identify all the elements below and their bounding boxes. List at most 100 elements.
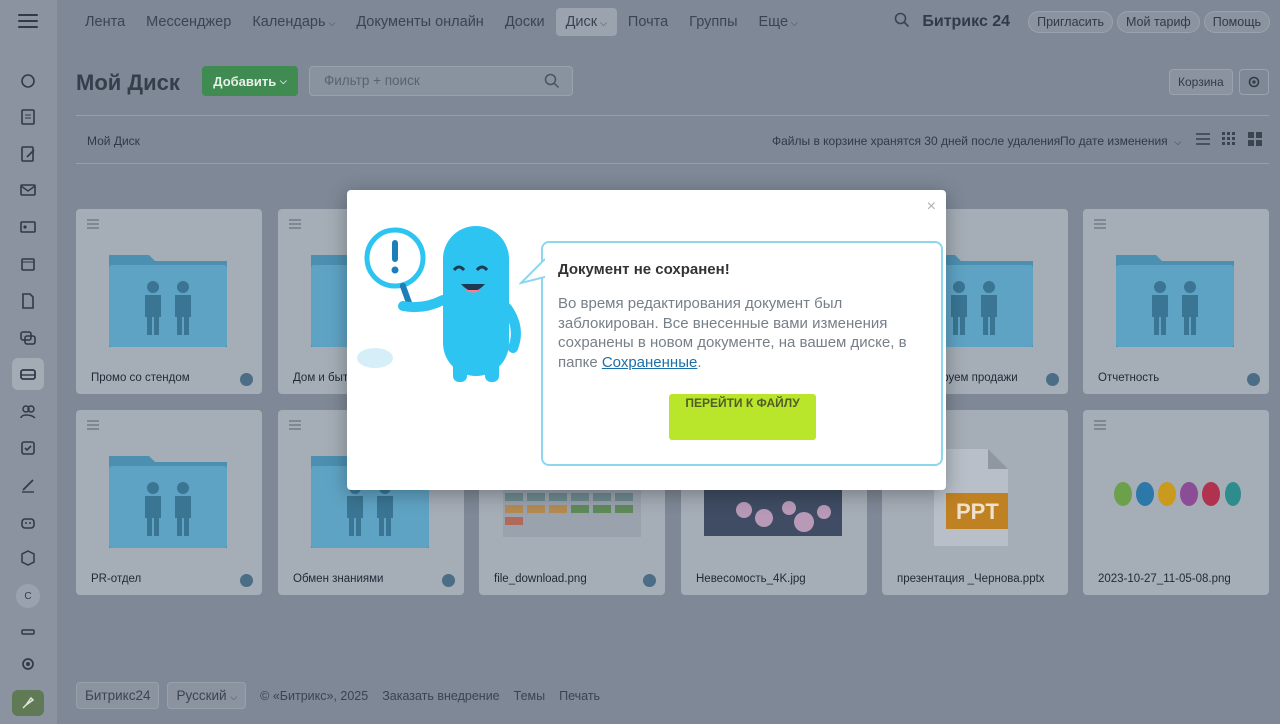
folder-card[interactable]: PR-отдел — [76, 410, 262, 595]
edit-doc-icon[interactable] — [12, 138, 44, 170]
card-title: презентация _Чернова.pptx — [897, 573, 1045, 585]
shared-user-icon — [1247, 373, 1260, 386]
nav-disk[interactable]: Диск ⌵ — [555, 8, 617, 36]
chevron-down-icon: ⌵ — [791, 18, 798, 28]
document-not-saved-dialog: × Документ не сохранен! Во время редакти… — [347, 190, 946, 490]
nav-feed[interactable]: Лента — [75, 8, 135, 36]
language-select[interactable]: Русский ⌵ — [167, 682, 247, 709]
add-button-label: Добавить — [213, 73, 277, 89]
shared-user-icon — [442, 574, 455, 587]
copyright: © «Битрикс», 2025 — [260, 688, 369, 703]
order-implementation-link[interactable]: Заказать внедрение — [382, 689, 499, 703]
nav-boards[interactable]: Доски — [495, 8, 555, 36]
nav-more[interactable]: Еще ⌵ — [749, 8, 808, 36]
rocket-icon[interactable] — [12, 690, 44, 716]
chevron-down-icon: ⌵ — [328, 18, 336, 28]
chat-icon[interactable] — [12, 322, 44, 354]
feed-icon[interactable] — [12, 65, 44, 97]
shared-user-icon — [240, 373, 253, 386]
brand-logo[interactable]: Битрикс 24 — [922, 13, 1010, 31]
card-menu-icon[interactable] — [87, 219, 99, 231]
list-view-icon[interactable] — [1195, 131, 1211, 152]
file-icon[interactable] — [12, 285, 44, 317]
nav-calendar[interactable]: Календарь ⌵ — [242, 8, 345, 36]
themes-link[interactable]: Темы — [514, 689, 545, 703]
settings-gear-icon[interactable] — [1239, 69, 1269, 95]
photo-thumbnail — [704, 490, 842, 536]
shared-folder-icon — [109, 456, 227, 548]
shared-user-icon — [240, 574, 253, 587]
grid-large-view-icon[interactable] — [1247, 131, 1263, 152]
mail-icon[interactable] — [12, 174, 44, 206]
mascot-illustration — [357, 226, 521, 382]
settings-gear-icon[interactable] — [12, 648, 44, 680]
sign-icon[interactable] — [12, 469, 44, 501]
card-title: file_download.png — [494, 573, 587, 585]
nav-more-label: Еще — [758, 14, 789, 30]
search-icon[interactable] — [544, 73, 560, 92]
period: . — [697, 353, 702, 371]
box-icon[interactable] — [12, 542, 44, 574]
contact-card-icon[interactable] — [12, 211, 44, 243]
card-menu-icon[interactable] — [87, 420, 99, 432]
view-switcher — [1195, 131, 1263, 152]
nav-online-docs[interactable]: Документы онлайн — [346, 8, 493, 36]
shared-folder-icon — [109, 255, 227, 347]
top-right-controls: Битрикс 24 Пригласить Мой тариф Помощь — [894, 0, 1270, 44]
image-thumbnail — [503, 485, 641, 537]
folder-card[interactable]: Промо со стендом — [76, 209, 262, 394]
card-menu-icon[interactable] — [1094, 219, 1106, 231]
page-title: Мой Диск — [76, 70, 180, 95]
more-apps-icon[interactable] — [12, 616, 44, 648]
dialog-title: Документ не сохранен! — [558, 261, 730, 278]
shared-folder-icon — [1116, 255, 1234, 347]
nav-disk-label: Диск — [565, 14, 598, 30]
tasks-icon[interactable] — [12, 432, 44, 464]
filter-search-input[interactable]: Фильтр + поиск — [309, 66, 573, 96]
tariff-button[interactable]: Мой тариф — [1117, 11, 1200, 33]
search-icon[interactable] — [894, 12, 910, 32]
chevron-down-icon: ⌵ — [600, 18, 607, 28]
print-link[interactable]: Печать — [559, 689, 600, 703]
invite-button[interactable]: Пригласить — [1028, 11, 1113, 33]
breadcrumb[interactable]: Мой Диск — [87, 134, 140, 148]
search-placeholder: Фильтр + поиск — [324, 73, 420, 88]
trash-button[interactable]: Корзина — [1169, 69, 1233, 95]
dialog-message: Во время редактирования документ был заб… — [558, 294, 918, 372]
user-avatar[interactable]: С — [16, 584, 40, 608]
robot-icon[interactable] — [12, 506, 44, 538]
card-title: Обмен знаниями — [293, 573, 384, 585]
card-title: Невесомость_4K.jpg — [696, 573, 806, 585]
file-card[interactable]: 2023-10-27_11-05-08.png — [1083, 410, 1269, 595]
trash-note: Файлы в корзине хранятся 30 дней после у… — [772, 134, 1061, 148]
nav-calendar-label: Календарь — [252, 14, 326, 30]
close-icon[interactable]: × — [927, 198, 936, 216]
shared-user-icon — [643, 574, 656, 587]
add-button[interactable]: Добавить ⌵ — [202, 66, 298, 96]
bubble-tail — [519, 258, 545, 285]
calendar-icon[interactable] — [12, 248, 44, 280]
go-to-file-button[interactable]: ПЕРЕЙТИ К ФАЙЛУ — [669, 394, 816, 440]
nav-messenger[interactable]: Мессенджер — [136, 8, 241, 36]
card-title: Отчетность — [1098, 372, 1160, 384]
card-menu-icon[interactable] — [289, 420, 301, 432]
help-button[interactable]: Помощь — [1203, 11, 1270, 33]
menu-burger-icon[interactable] — [18, 14, 38, 30]
card-title: PR-отдел — [91, 573, 142, 585]
group-icon[interactable] — [12, 395, 44, 427]
card-menu-icon[interactable] — [289, 219, 301, 231]
grid-small-view-icon[interactable] — [1221, 131, 1237, 152]
chevron-down-icon: ⌵ — [279, 75, 287, 86]
disk-icon[interactable] — [12, 358, 44, 390]
sort-label: По дате изменения — [1060, 134, 1168, 148]
card-menu-icon[interactable] — [1094, 420, 1106, 432]
sort-select[interactable]: По дате изменения ⌵ — [1060, 134, 1181, 148]
nav-mail[interactable]: Почта — [618, 8, 678, 36]
divider — [76, 115, 1269, 116]
saved-folder-link[interactable]: Сохраненные — [602, 354, 698, 371]
document-icon[interactable] — [12, 101, 44, 133]
top-navigation: Лента Мессенджер Календарь ⌵ Документы он… — [57, 0, 1280, 44]
folder-card[interactable]: Отчетность — [1083, 209, 1269, 394]
nav-groups[interactable]: Группы — [679, 8, 747, 36]
footer-brand[interactable]: Битрикс24 — [76, 682, 160, 709]
